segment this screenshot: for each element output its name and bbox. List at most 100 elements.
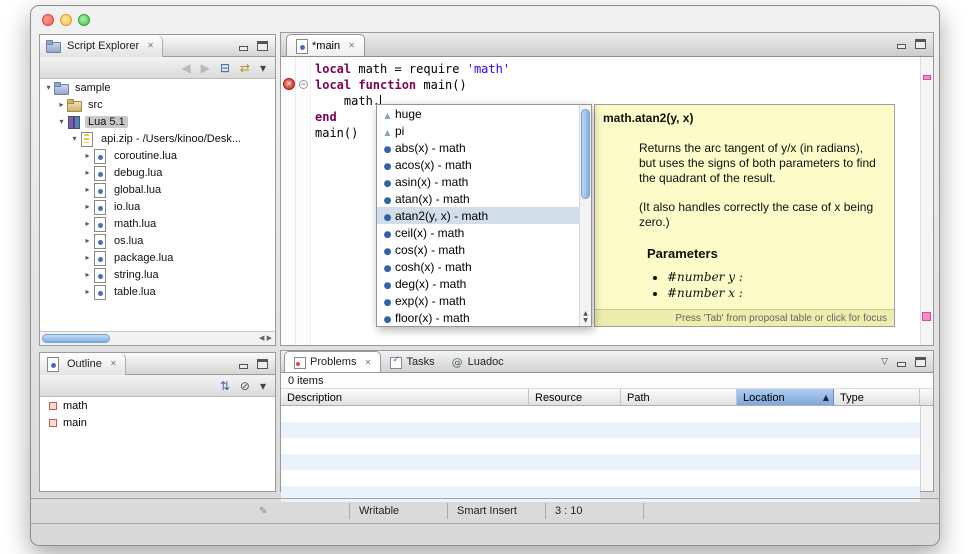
- zoom-window-button[interactable]: [78, 14, 90, 26]
- minimize-view-button[interactable]: [238, 359, 249, 369]
- outline-item[interactable]: math: [40, 397, 275, 414]
- scrollbar-thumb[interactable]: [42, 334, 110, 343]
- code-line[interactable]: local math = require 'math': [315, 61, 917, 77]
- outline-view-tab[interactable]: Outline: [40, 352, 126, 375]
- column-header-description[interactable]: Description: [281, 389, 529, 406]
- tree-item[interactable]: ▸ io.lua: [40, 198, 275, 215]
- overview-annotation-marker[interactable]: [923, 75, 931, 80]
- table-row[interactable]: [281, 438, 920, 454]
- expand-arrow-icon[interactable]: ▸: [82, 236, 93, 245]
- minimize-view-button[interactable]: [896, 357, 907, 367]
- column-header-path[interactable]: Path: [621, 389, 737, 406]
- collapse-arrow-icon[interactable]: ▾: [56, 117, 67, 126]
- expand-arrow-icon[interactable]: ▸: [82, 287, 93, 296]
- lua-icon: [93, 200, 108, 215]
- link-with-editor-icon[interactable]: ⇄: [240, 62, 250, 74]
- completion-item[interactable]: ceil(x) - math: [377, 224, 579, 241]
- expand-arrow-icon[interactable]: ▸: [82, 168, 93, 177]
- column-header-location[interactable]: Location ▲: [737, 389, 834, 406]
- completion-item[interactable]: huge: [377, 105, 579, 122]
- close-view-icon[interactable]: [109, 359, 118, 368]
- forward-icon[interactable]: ▶: [201, 62, 210, 74]
- completion-item[interactable]: abs(x) - math: [377, 139, 579, 156]
- collapse-all-icon[interactable]: ⊟: [220, 62, 230, 74]
- tree-item[interactable]: ▸ table.lua: [40, 283, 275, 300]
- tab-luadoc[interactable]: Luadoc: [443, 351, 512, 372]
- maximize-view-button[interactable]: [915, 357, 926, 367]
- table-row[interactable]: [281, 470, 920, 486]
- hide-icon[interactable]: ⊘: [240, 380, 250, 392]
- horizontal-scrollbar[interactable]: [40, 331, 275, 345]
- expand-arrow-icon[interactable]: ▸: [56, 100, 67, 109]
- column-header-resource[interactable]: Resource: [529, 389, 621, 406]
- tree-item[interactable]: ▾ Lua 5.1: [40, 113, 275, 130]
- vertical-scrollbar[interactable]: [920, 406, 933, 491]
- tab-tasks-label: Tasks: [406, 355, 435, 368]
- expand-arrow-icon[interactable]: ▸: [82, 202, 93, 211]
- close-tab-icon[interactable]: [347, 41, 356, 50]
- completion-item[interactable]: atan2(y, x) - math: [377, 207, 579, 224]
- tree-item[interactable]: ▾ sample: [40, 79, 275, 96]
- minimize-view-button[interactable]: [238, 41, 249, 51]
- close-window-button[interactable]: [42, 14, 54, 26]
- back-icon[interactable]: ◀: [181, 62, 190, 74]
- tree-item[interactable]: ▸ debug.lua: [40, 164, 275, 181]
- expand-arrow-icon[interactable]: ▸: [82, 219, 93, 228]
- code-line[interactable]: local function main(): [315, 77, 917, 93]
- window-titlebar[interactable]: [31, 6, 939, 32]
- items-count: 0 items: [281, 373, 933, 389]
- maximize-view-button[interactable]: [915, 39, 926, 49]
- maximize-view-button[interactable]: [257, 358, 268, 369]
- vertical-scrollbar[interactable]: [579, 105, 591, 326]
- completion-item[interactable]: acos(x) - math: [377, 156, 579, 173]
- maximize-view-button[interactable]: [257, 40, 268, 51]
- completion-item[interactable]: exp(x) - math: [377, 292, 579, 309]
- completion-item[interactable]: pi: [377, 122, 579, 139]
- tab-problems[interactable]: Problems: [284, 351, 382, 372]
- minimize-window-button[interactable]: [60, 14, 72, 26]
- table-row[interactable]: [281, 406, 920, 422]
- tab-problems-label: Problems: [310, 356, 357, 368]
- table-row[interactable]: [281, 422, 920, 438]
- overview-annotation-marker[interactable]: [922, 312, 931, 321]
- scrollbar-thumb[interactable]: [581, 109, 590, 199]
- collapse-fold-icon[interactable]: [299, 80, 308, 89]
- expand-arrow-icon[interactable]: ▸: [82, 270, 93, 279]
- column-header-type[interactable]: Type: [834, 389, 920, 406]
- view-menu-icon[interactable]: ▾: [260, 62, 266, 74]
- completion-item[interactable]: deg(x) - math: [377, 275, 579, 292]
- expand-arrow-icon[interactable]: ▸: [82, 253, 93, 262]
- tree-item[interactable]: ▸ global.lua: [40, 181, 275, 198]
- close-tab-icon[interactable]: [363, 358, 372, 367]
- tree-item[interactable]: ▸ coroutine.lua: [40, 147, 275, 164]
- tree-item[interactable]: ▸ os.lua: [40, 232, 275, 249]
- scrollbar-arrows-icon[interactable]: [259, 334, 272, 342]
- tree-item[interactable]: ▾ api.zip - /Users/kinoo/Desk...: [40, 130, 275, 147]
- script-explorer-view-tab[interactable]: Script Explorer: [40, 34, 164, 57]
- completion-item[interactable]: floor(x) - math: [377, 309, 579, 326]
- problems-tabbar: Problems Tasks Luadoc: [281, 351, 933, 373]
- tree-item[interactable]: ▸ src: [40, 96, 275, 113]
- close-view-icon[interactable]: [146, 41, 155, 50]
- outline-item[interactable]: main: [40, 414, 275, 431]
- sort-icon[interactable]: ⇅: [220, 380, 230, 392]
- completion-item[interactable]: cos(x) - math: [377, 241, 579, 258]
- completion-item[interactable]: atan(x) - math: [377, 190, 579, 207]
- table-row[interactable]: [281, 454, 920, 470]
- expand-arrow-icon[interactable]: ▸: [82, 151, 93, 160]
- editor-tab-main[interactable]: *main: [286, 34, 366, 56]
- view-menu-icon[interactable]: [881, 357, 888, 367]
- view-menu-icon[interactable]: ▾: [260, 380, 266, 392]
- tree-item[interactable]: ▸ package.lua: [40, 249, 275, 266]
- completion-item[interactable]: cosh(x) - math: [377, 258, 579, 275]
- scrollbar-arrows-icon[interactable]: [580, 310, 591, 324]
- tab-tasks[interactable]: Tasks: [381, 351, 442, 372]
- collapse-arrow-icon[interactable]: ▾: [43, 83, 54, 92]
- completion-item-label: pi: [395, 123, 405, 138]
- minimize-view-button[interactable]: [896, 39, 907, 49]
- expand-arrow-icon[interactable]: ▸: [82, 185, 93, 194]
- completion-item[interactable]: asin(x) - math: [377, 173, 579, 190]
- tree-item[interactable]: ▸ math.lua: [40, 215, 275, 232]
- collapse-arrow-icon[interactable]: ▾: [69, 134, 80, 143]
- tree-item[interactable]: ▸ string.lua: [40, 266, 275, 283]
